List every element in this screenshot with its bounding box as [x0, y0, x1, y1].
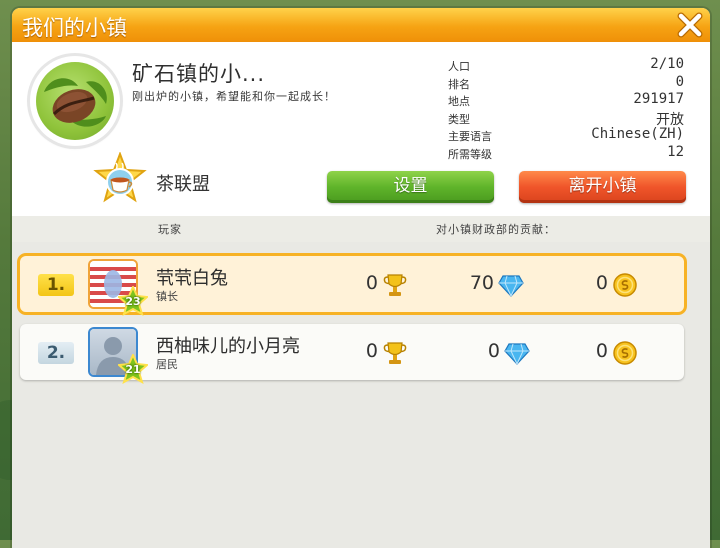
diamond-icon	[504, 343, 530, 365]
town-stats: 人口 2/10 排名 0 地点 291917 类型 开放 主要语言 Chines…	[448, 56, 684, 161]
stat-value: 0	[675, 73, 684, 90]
town-description: 刚出炉的小镇，希望能和你一起成长！	[132, 90, 336, 103]
trophy-icon	[383, 274, 407, 296]
player-row[interactable]: 1. 23 茕茕白兔 镇长 0 70 0	[20, 256, 684, 316]
stat-required-level: 所需等级 12	[448, 144, 684, 162]
close-icon	[677, 12, 703, 38]
player-row[interactable]: 2. 21 西柚味儿的小月亮 居民 0 0 0	[20, 324, 684, 384]
level-number: 21	[125, 363, 141, 376]
stat-value: 12	[667, 143, 684, 160]
dialog-title: 我们的小镇	[22, 16, 127, 40]
stat-location: 地点 291917	[448, 91, 684, 109]
trophy-icon	[383, 342, 407, 364]
stat-language: 主要语言 Chinese(ZH)	[448, 126, 684, 144]
coin-count: 0	[595, 272, 608, 294]
alliance-name[interactable]: 茶联盟	[156, 170, 210, 196]
stat-type: 类型 开放	[448, 109, 684, 128]
diamond-count: 0	[487, 340, 500, 362]
town-emblem	[30, 56, 120, 146]
stat-value: 2/10	[650, 56, 684, 72]
player-list[interactable]: 1. 23 茕茕白兔 镇长 0 70 0 2. 21 西柚味儿的小月亮 居民 0…	[12, 242, 710, 548]
list-header: 玩家 对小镇财政部的贡献：	[12, 216, 710, 242]
title-bar: 我们的小镇	[12, 8, 710, 42]
coin-icon	[613, 273, 637, 297]
settings-button[interactable]: 设置	[327, 171, 494, 203]
player-role: 镇长	[156, 290, 178, 303]
level-number: 23	[125, 295, 141, 308]
rank-badge: 1.	[38, 274, 74, 296]
coin-icon	[613, 341, 637, 365]
player-name[interactable]: 西柚味儿的小月亮	[156, 332, 300, 358]
column-contribution: 对小镇财政部的贡献：	[436, 223, 556, 236]
trophy-count: 0	[365, 272, 378, 294]
stat-label: 主要语言	[448, 130, 492, 143]
diamond-count: 70	[469, 272, 494, 294]
tea-cup-badge-icon	[93, 151, 147, 203]
stat-value: Chinese(ZH)	[591, 126, 684, 142]
close-button[interactable]	[676, 12, 704, 38]
column-player: 玩家	[158, 223, 182, 236]
player-role: 居民	[156, 358, 178, 371]
coffee-bean-icon	[44, 78, 107, 127]
diamond-icon	[498, 275, 524, 297]
stat-label: 所需等级	[448, 147, 492, 161]
town-name: 矿石镇的小...	[132, 62, 266, 86]
stat-population: 人口 2/10	[448, 56, 684, 74]
town-info-section: 矿石镇的小... 刚出炉的小镇，希望能和你一起成长！ 人口 2/10 排名 0 …	[12, 42, 710, 216]
town-dialog: 我们的小镇 矿石镇的小... 刚出炉的小镇，希望能和你一起成长！ 人口 2/10…	[12, 8, 710, 548]
stat-label: 人口	[448, 60, 470, 73]
stat-rank: 排名 0	[448, 74, 684, 92]
stat-label: 排名	[448, 77, 470, 91]
player-name[interactable]: 茕茕白兔	[156, 264, 228, 290]
coin-count: 0	[595, 340, 608, 362]
leave-town-button[interactable]: 离开小镇	[519, 171, 686, 203]
stat-label: 类型	[448, 112, 470, 126]
alliance-badge[interactable]	[92, 151, 148, 208]
trophy-count: 0	[365, 340, 378, 362]
stat-label: 地点	[448, 95, 470, 108]
stat-value: 291917	[633, 91, 684, 107]
rank-badge: 2.	[38, 342, 74, 364]
